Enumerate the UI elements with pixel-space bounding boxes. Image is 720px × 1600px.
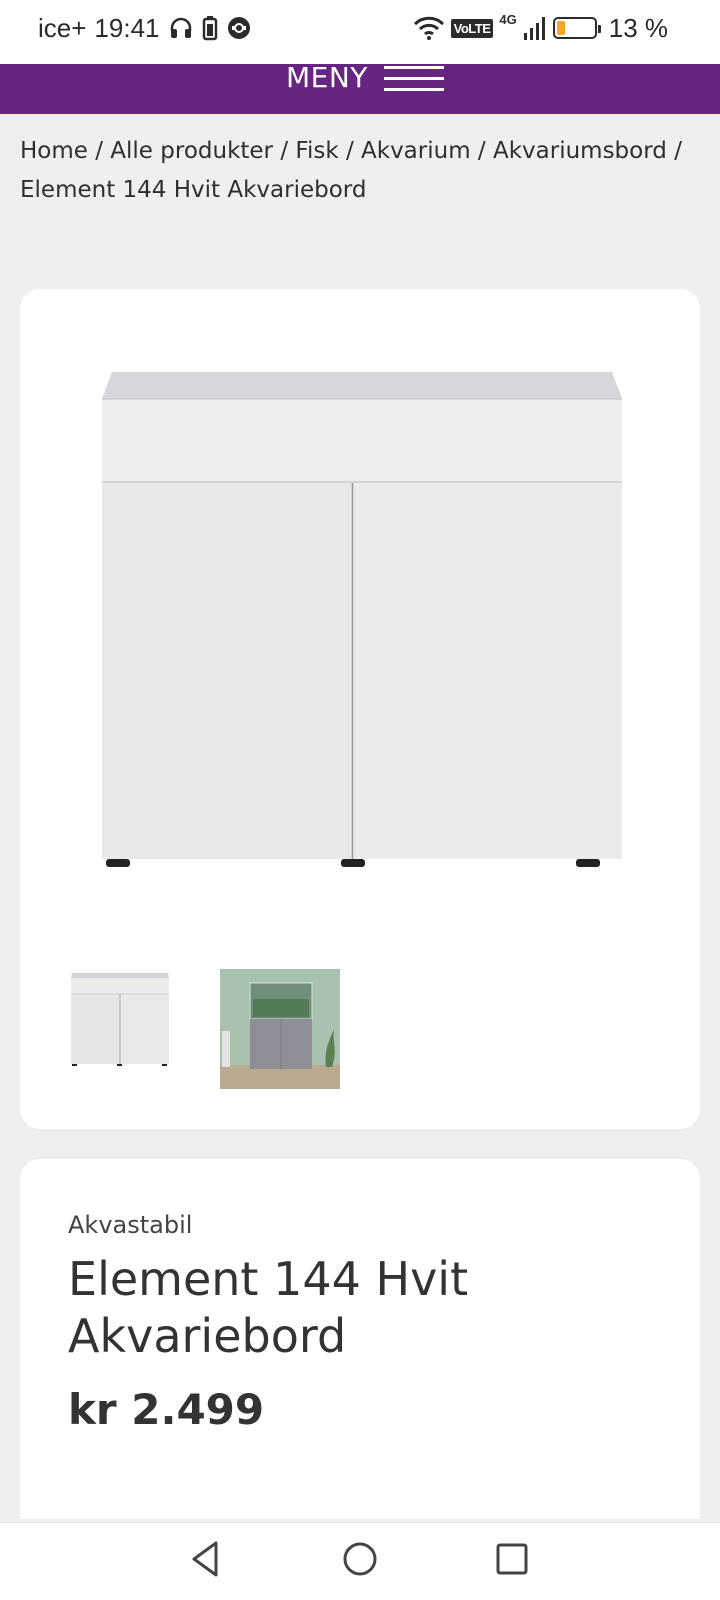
signal-icon bbox=[523, 17, 545, 40]
product-title: Element 144 Hvit Akvariebord bbox=[68, 1252, 469, 1363]
system-navigation-bar bbox=[0, 1522, 720, 1600]
product-main-image[interactable] bbox=[100, 369, 640, 889]
hamburger-menu-icon[interactable] bbox=[384, 66, 444, 92]
product-brand[interactable]: Akvastabil bbox=[68, 1211, 192, 1239]
back-icon[interactable] bbox=[184, 1537, 228, 1581]
carrier-label: ice+ bbox=[38, 12, 87, 43]
status-bar-left: ice+ 19:41 bbox=[38, 10, 252, 46]
breadcrumb-all-products[interactable]: Alle produkter bbox=[110, 138, 273, 164]
product-thumbnail-2[interactable] bbox=[220, 969, 340, 1089]
breadcrumb-current: Element 144 Hvit Akvariebord bbox=[20, 177, 367, 203]
battery-saver-icon bbox=[202, 16, 217, 41]
status-bar-right: VoLTE 4G 13 % bbox=[413, 10, 668, 46]
breadcrumb: Home / Alle produkter / Fisk / Akvarium … bbox=[20, 138, 682, 203]
menu-label[interactable]: MENY bbox=[286, 64, 368, 92]
product-info-card: Akvastabil Element 144 Hvit Akvariebord … bbox=[20, 1159, 700, 1519]
battery-percent: 13 % bbox=[608, 12, 668, 43]
breadcrumb-fisk[interactable]: Fisk bbox=[295, 138, 338, 164]
site-header: MENY bbox=[0, 64, 720, 114]
product-thumbnail-1[interactable] bbox=[70, 969, 170, 1069]
product-price: kr 2.499 bbox=[68, 1385, 265, 1434]
breadcrumb-akvariumsbord[interactable]: Akvariumsbord bbox=[493, 138, 667, 164]
status-bar: ice+ 19:41 VoLTE 4G 13 % bbox=[0, 0, 720, 64]
network-type: 4G bbox=[499, 12, 517, 27]
breadcrumb-home[interactable]: Home bbox=[20, 138, 88, 164]
home-icon[interactable] bbox=[338, 1537, 382, 1581]
battery-level-fill bbox=[556, 21, 565, 35]
recent-apps-icon[interactable] bbox=[490, 1537, 534, 1581]
clock: 19:41 bbox=[94, 12, 160, 43]
breadcrumb-akvarium[interactable]: Akvarium bbox=[361, 138, 471, 164]
volte-badge: VoLTE bbox=[450, 18, 494, 38]
headphones-icon bbox=[170, 17, 191, 38]
sync-icon bbox=[227, 17, 250, 39]
wifi-icon bbox=[413, 16, 444, 40]
battery-icon bbox=[552, 17, 601, 39]
product-gallery bbox=[20, 289, 700, 1129]
